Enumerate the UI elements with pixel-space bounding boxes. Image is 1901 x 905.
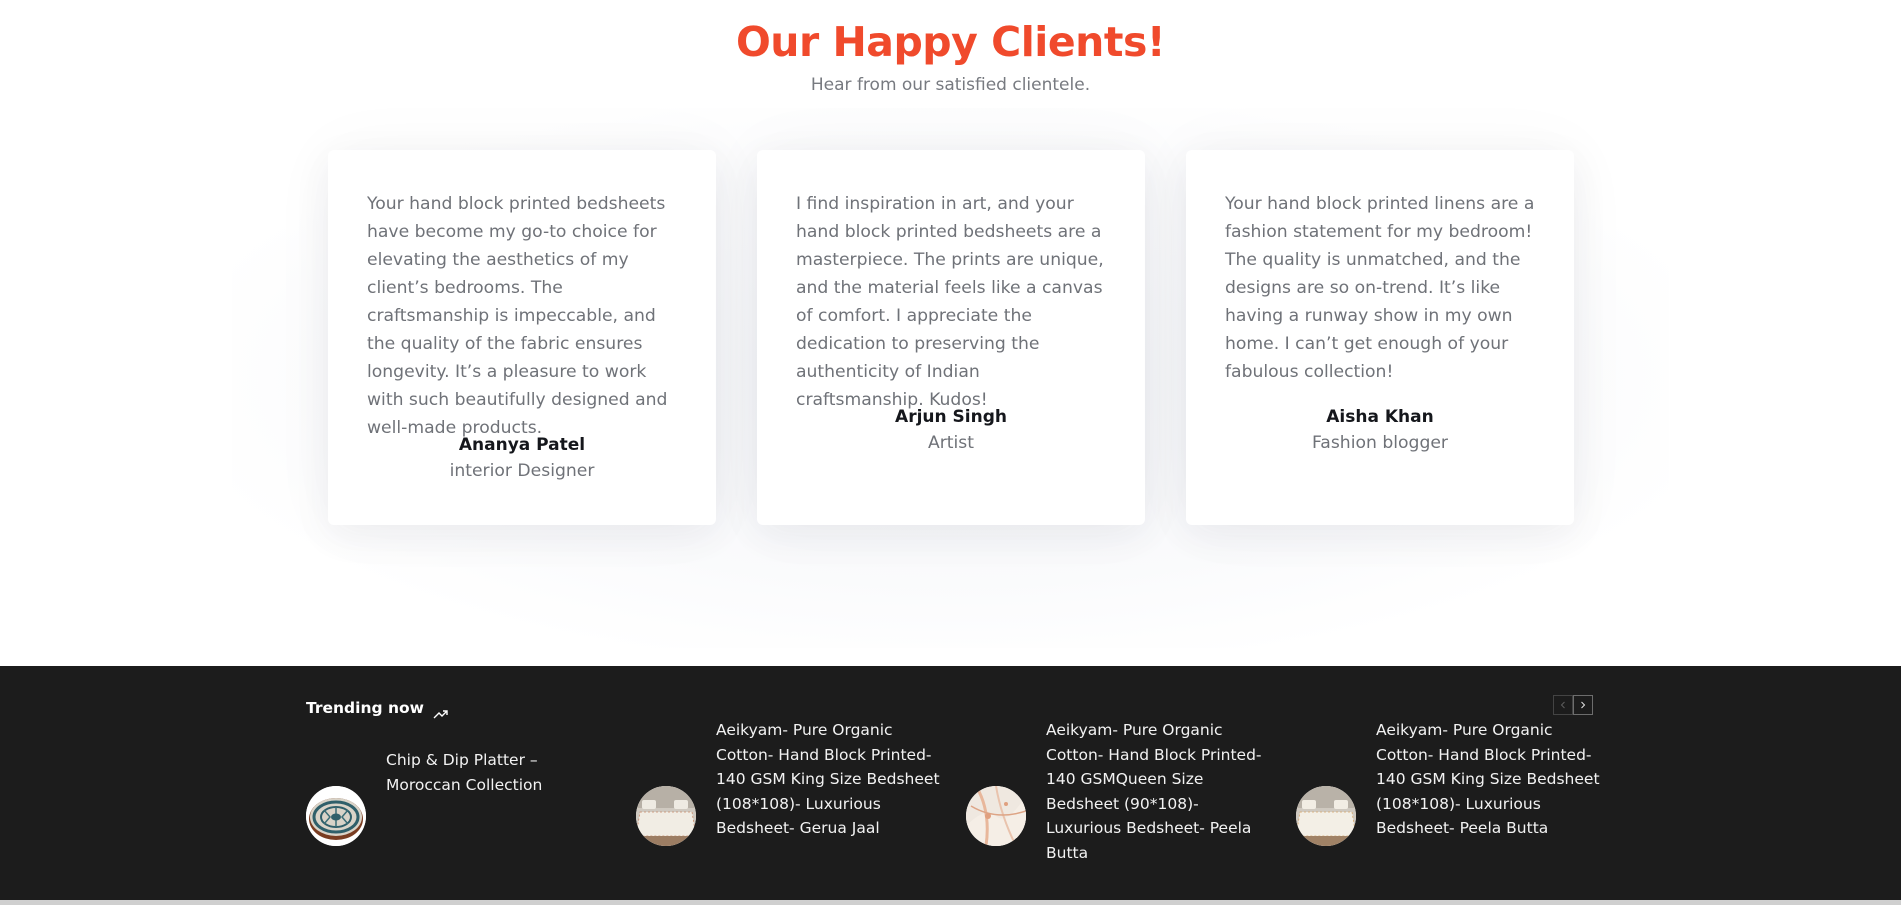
testimonial-card: I find inspiration in art, and your hand… <box>757 150 1145 525</box>
page-bottom-edge <box>0 900 1901 905</box>
chevron-left-icon <box>1560 701 1565 709</box>
testimonial-author-role: Artist <box>927 433 975 453</box>
testimonial-author-role: interior Designer <box>449 461 595 481</box>
platter-thumbnail <box>306 786 366 846</box>
testimonial-author-name: Ananya Patel <box>458 435 586 455</box>
trending-title: Trending now <box>306 699 424 717</box>
fabric-thumbnail <box>966 786 1026 846</box>
trending-header: Trending now <box>306 696 449 720</box>
carousel-nav <box>1553 695 1593 715</box>
trending-product[interactable]: Chip & Dip Platter – Moroccan Collection <box>306 744 636 894</box>
testimonial-quote: I find inspiration in art, and your hand… <box>796 194 1104 410</box>
testimonial-quote: Your hand block printed bedsheets have b… <box>367 194 668 438</box>
product-title[interactable]: Aeikyam- Pure Organic Cotton- Hand Block… <box>716 718 942 841</box>
page: Our Happy Clients! Hear from our satisfi… <box>0 0 1901 905</box>
testimonials-section: Our Happy Clients! Hear from our satisfi… <box>0 0 1901 666</box>
bedsheet-thumbnail <box>636 786 696 846</box>
testimonials-title: Our Happy Clients! <box>735 18 1166 66</box>
carousel-next-button[interactable] <box>1573 695 1593 715</box>
product-thumbnail[interactable] <box>1296 786 1356 846</box>
testimonial-card: Your hand block printed linens are a fas… <box>1186 150 1574 525</box>
testimonial-author-name: Arjun Singh <box>895 407 1007 427</box>
testimonial-author-role: Fashion blogger <box>1312 433 1448 453</box>
product-title[interactable]: Aeikyam- Pure Organic Cotton- Hand Block… <box>1046 718 1272 865</box>
bedsheet-thumbnail <box>1296 786 1356 846</box>
testimonial-card: Your hand block printed bedsheets have b… <box>328 150 716 525</box>
testimonial-quote: Your hand block printed linens are a fas… <box>1225 194 1535 382</box>
product-thumbnail[interactable] <box>306 786 366 846</box>
chevron-right-icon <box>1581 701 1586 709</box>
testimonial-author-name: Aisha Khan <box>1326 407 1434 427</box>
product-thumbnail[interactable] <box>966 786 1026 846</box>
trending-product[interactable]: Aeikyam- Pure Organic Cotton- Hand Block… <box>1296 721 1626 894</box>
carousel-prev-button[interactable] <box>1553 695 1573 715</box>
product-thumbnail[interactable] <box>636 786 696 846</box>
product-title[interactable]: Chip & Dip Platter – Moroccan Collection <box>386 748 612 797</box>
product-title[interactable]: Aeikyam- Pure Organic Cotton- Hand Block… <box>1376 718 1602 841</box>
testimonials-subtitle: Hear from our satisfied clientele. <box>810 75 1091 95</box>
trending-up-icon <box>433 705 449 718</box>
trending-product[interactable]: Aeikyam- Pure Organic Cotton- Hand Block… <box>966 721 1296 894</box>
trending-product[interactable]: Aeikyam- Pure Organic Cotton- Hand Block… <box>636 721 966 894</box>
trending-section: Trending now Chip & Dip Platter – Morocc… <box>0 666 1901 900</box>
